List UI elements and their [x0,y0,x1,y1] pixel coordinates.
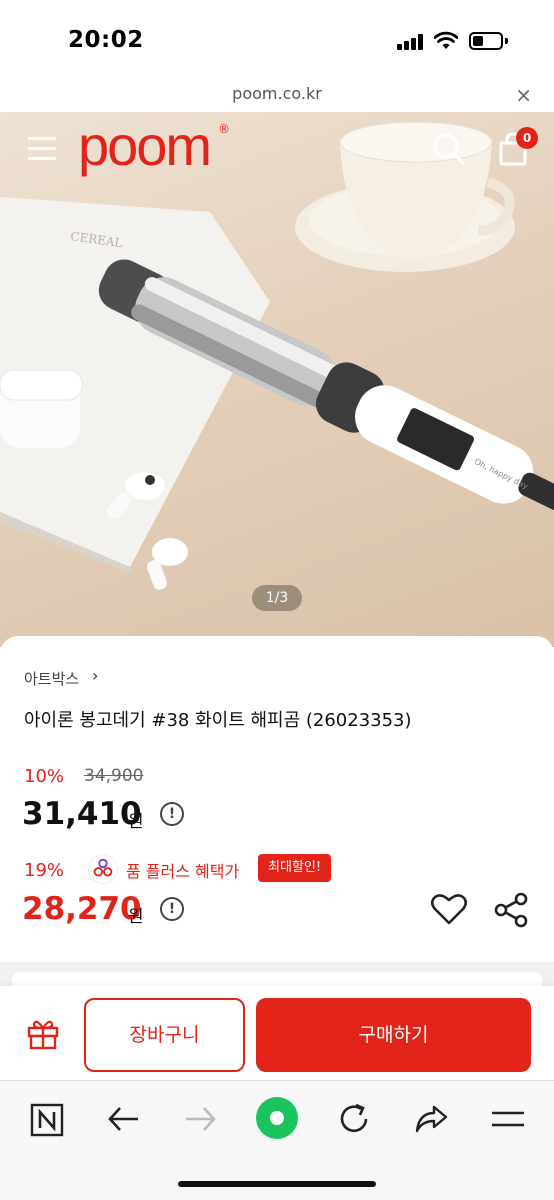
home-indicator [178,1181,376,1187]
chevron-right-icon[interactable]: › [92,666,98,685]
gift-icon[interactable] [26,1016,60,1050]
product-title: 아이론 봉고데기 #38 화이트 해피곰 (26023353) [24,710,412,731]
plus-discount-rate: 19% [24,860,65,881]
currency-label-plus: 원 [128,907,144,927]
add-to-cart-button[interactable]: 장바구니 [84,998,245,1072]
plus-price: 28,270 [22,891,142,927]
gallery-pager: 1/3 [252,585,302,611]
site-header: poom ® [0,112,554,192]
info-icon-plus[interactable]: ! [160,897,184,921]
original-price: 34,900 [84,766,144,786]
status-time: 20:02 [68,27,144,53]
heart-icon[interactable] [430,892,468,926]
share-icon[interactable] [494,892,528,928]
discount-rate: 10% [24,766,65,787]
page: 20:02 poom.co.kr × CEREAL Oh, happy day … [0,0,554,1200]
battery-cap [505,38,508,44]
info-icon[interactable]: ! [160,802,184,826]
sale-price: 31,410 [22,796,142,832]
menu-lines-icon[interactable] [488,1099,528,1139]
plus-benefit-label: 품 플러스 혜택가 [126,862,240,881]
poom-plus-icon [88,854,118,884]
back-arrow-icon[interactable] [104,1099,144,1139]
close-icon[interactable]: × [515,83,532,107]
search-icon[interactable] [432,132,466,166]
product-info: 아트박스 › 아이론 봉고데기 #38 화이트 해피곰 (26023353) 1… [0,636,554,966]
product-photo: CEREAL Oh, happy day [0,121,554,590]
wifi-icon [434,31,458,49]
brand-link[interactable]: 아트박스 [24,668,79,689]
battery-icon [469,32,503,50]
product-image-gallery[interactable]: CEREAL Oh, happy day poom ® [0,112,554,647]
poom-logo[interactable]: poom [78,116,212,176]
n-icon[interactable] [28,1099,68,1139]
url-bar[interactable]: poom.co.kr × [0,82,554,112]
status-bar: 20:02 [0,0,554,82]
share-arrow-icon[interactable] [412,1099,452,1139]
green-dot-icon[interactable] [254,1095,300,1141]
currency-label: 원 [128,812,144,832]
reload-icon[interactable] [334,1099,374,1139]
buy-now-button[interactable]: 구매하기 [256,998,531,1072]
url-text[interactable]: poom.co.kr [0,84,554,103]
cellular-signal-icon [397,34,425,50]
purchase-action-bar: 장바구니 구매하기 [0,986,554,1080]
cart-count-badge: 0 [516,127,538,149]
max-discount-badge: 최대할인! [258,854,332,882]
menu-icon[interactable] [28,137,56,161]
forward-arrow-icon[interactable] [180,1099,220,1139]
registered-mark: ® [218,122,230,136]
